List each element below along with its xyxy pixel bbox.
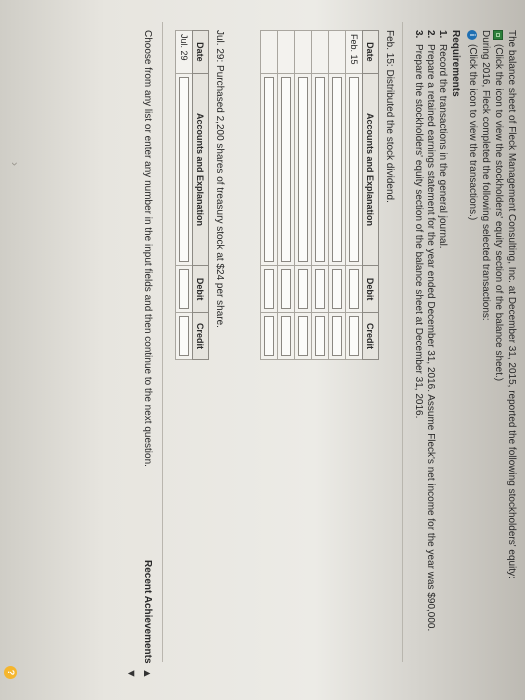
- entry-heading: Jul. 29: Purchased 2,200 shares of treas…: [214, 30, 225, 328]
- date-header: Date: [362, 30, 379, 74]
- screen-photo: The balance sheet of Fleck Management Co…: [0, 0, 525, 700]
- debit-header: Debit: [192, 265, 209, 313]
- account-select[interactable]: [332, 76, 342, 263]
- date-cell: [328, 30, 346, 74]
- debit-cell: [260, 265, 278, 313]
- debit-input[interactable]: [315, 269, 325, 309]
- account-cell: [294, 73, 312, 266]
- recent-achievements-link[interactable]: Recent Achievements: [141, 560, 153, 664]
- credit-input[interactable]: [315, 315, 325, 356]
- requirements-title: Requirements: [450, 30, 461, 97]
- date-cell: [294, 30, 312, 74]
- balance-sheet-link[interactable]: (Click the icon to view the stockholders…: [492, 44, 504, 381]
- account-cell: [328, 73, 346, 266]
- transactions-intro: During 2016, Fleck completed the followi…: [480, 30, 491, 321]
- entry-heading: Feb. 15: Distributed the stock dividend.: [384, 30, 395, 203]
- instruction-text: Choose from any list or enter any number…: [142, 30, 153, 467]
- journal-table-feb15: Date Accounts and Explanation Debit Cred…: [260, 30, 379, 360]
- account-select[interactable]: [281, 76, 291, 263]
- scroll-up-icon[interactable]: ▲: [141, 668, 153, 679]
- date-cell: Feb. 15: [345, 30, 363, 74]
- account-header: Accounts and Explanation: [362, 73, 379, 266]
- debit-header: Debit: [362, 265, 379, 313]
- credit-header: Credit: [362, 312, 379, 360]
- requirement-number: 1.: [437, 30, 448, 39]
- credit-cell: [175, 312, 193, 360]
- credit-cell: [260, 312, 278, 360]
- credit-input[interactable]: [349, 315, 359, 356]
- credit-input[interactable]: [281, 315, 291, 356]
- sidebar-toggle-icon[interactable]: ›: [8, 162, 22, 166]
- debit-cell: [345, 265, 363, 313]
- account-cell: [277, 73, 295, 266]
- account-select[interactable]: [264, 76, 274, 263]
- credit-input[interactable]: [264, 315, 274, 356]
- divider: [162, 22, 163, 662]
- account-select[interactable]: [315, 76, 325, 263]
- account-cell: [345, 73, 363, 266]
- scroll-down-icon[interactable]: ▼: [125, 668, 137, 679]
- date-cell: Jul. 29: [175, 30, 193, 74]
- transactions-link[interactable]: (Click the icon to view the transactions…: [466, 44, 478, 220]
- account-select[interactable]: [349, 76, 359, 263]
- account-cell: [175, 73, 193, 266]
- credit-cell: [277, 312, 295, 360]
- help-icon[interactable]: ?: [4, 666, 17, 679]
- requirement-text: Record the transactions in the general j…: [437, 44, 448, 249]
- requirement-number: 2.: [425, 30, 436, 39]
- debit-cell: [328, 265, 346, 313]
- date-cell: [260, 30, 278, 74]
- credit-header: Credit: [192, 312, 209, 360]
- credit-cell: [328, 312, 346, 360]
- debit-cell: [175, 265, 193, 313]
- journal-table-jul29: Date Accounts and Explanation Debit Cred…: [175, 30, 209, 360]
- credit-input[interactable]: [332, 315, 342, 356]
- homework-page: The balance sheet of Fleck Management Co…: [0, 0, 525, 700]
- debit-input[interactable]: [349, 269, 359, 309]
- debit-input[interactable]: [281, 269, 291, 309]
- account-header: Accounts and Explanation: [192, 73, 209, 266]
- intro-text: The balance sheet of Fleck Management Co…: [506, 30, 517, 579]
- account-cell: [260, 73, 278, 266]
- debit-input[interactable]: [298, 269, 308, 309]
- credit-cell: [345, 312, 363, 360]
- debit-input[interactable]: [332, 269, 342, 309]
- date-header: Date: [192, 30, 209, 74]
- table-icon[interactable]: [493, 30, 503, 40]
- info-icon[interactable]: i: [467, 30, 477, 40]
- debit-cell: [311, 265, 329, 313]
- debit-cell: [277, 265, 295, 313]
- account-select[interactable]: [179, 76, 189, 263]
- requirement-text: Prepare a retained earnings statement fo…: [425, 44, 436, 632]
- credit-input[interactable]: [298, 315, 308, 356]
- debit-input[interactable]: [179, 269, 189, 309]
- account-cell: [311, 73, 329, 266]
- account-select[interactable]: [298, 76, 308, 263]
- date-cell: [277, 30, 295, 74]
- credit-input[interactable]: [179, 315, 189, 356]
- credit-cell: [311, 312, 329, 360]
- debit-input[interactable]: [264, 269, 274, 309]
- date-cell: [311, 30, 329, 74]
- requirement-text: Prepare the stockholders' equity section…: [413, 44, 424, 419]
- debit-cell: [294, 265, 312, 313]
- divider: [402, 22, 403, 662]
- credit-cell: [294, 312, 312, 360]
- requirement-number: 3.: [413, 30, 424, 39]
